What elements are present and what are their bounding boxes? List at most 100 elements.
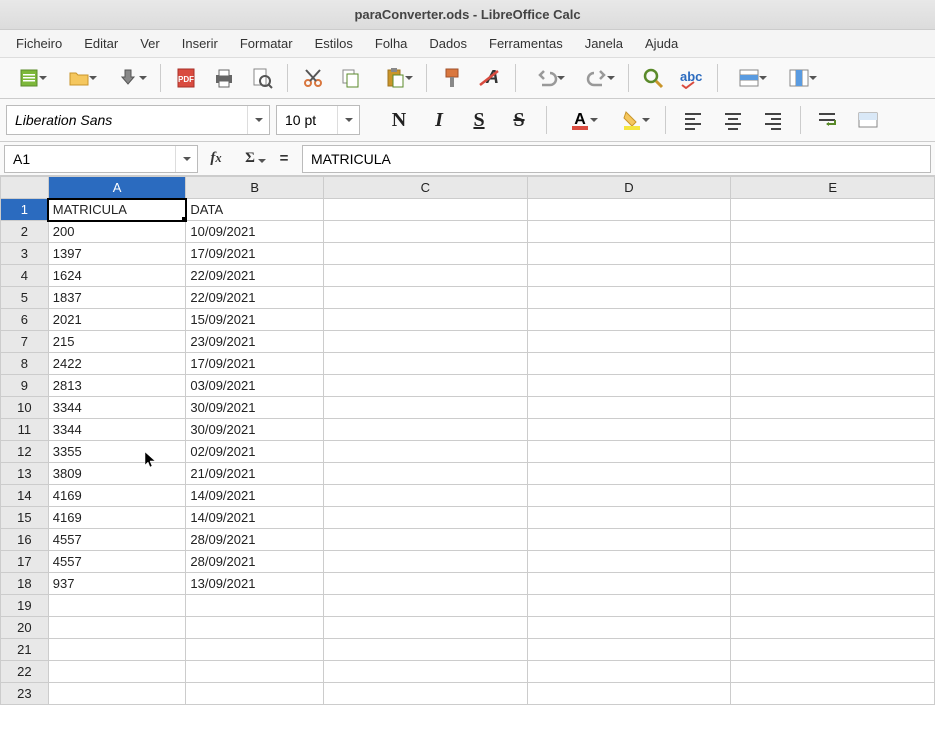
cell[interactable] xyxy=(323,661,527,683)
cell[interactable] xyxy=(731,639,935,661)
open-button[interactable] xyxy=(56,61,102,95)
cell[interactable] xyxy=(527,199,731,221)
cell[interactable] xyxy=(323,375,527,397)
font-name-combo[interactable] xyxy=(6,105,270,135)
col-header-A[interactable]: A xyxy=(48,177,186,199)
cell[interactable]: 3344 xyxy=(48,419,186,441)
cell[interactable] xyxy=(731,551,935,573)
cell[interactable]: 215 xyxy=(48,331,186,353)
cell[interactable]: 14/09/2021 xyxy=(186,507,324,529)
equals-button[interactable]: = xyxy=(272,147,296,171)
cell[interactable] xyxy=(48,639,186,661)
clear-formatting-button[interactable]: A xyxy=(473,61,507,95)
cell[interactable] xyxy=(527,287,731,309)
cell[interactable] xyxy=(323,353,527,375)
cell[interactable] xyxy=(527,397,731,419)
row-header[interactable]: 6 xyxy=(1,309,49,331)
cell[interactable] xyxy=(323,551,527,573)
font-name-input[interactable] xyxy=(7,106,247,134)
cell[interactable] xyxy=(731,683,935,705)
spellcheck-button[interactable]: abc xyxy=(675,61,709,95)
cell[interactable] xyxy=(527,331,731,353)
cell[interactable] xyxy=(731,199,935,221)
cell[interactable] xyxy=(527,441,731,463)
cell[interactable] xyxy=(323,485,527,507)
cell[interactable]: 28/09/2021 xyxy=(186,551,324,573)
cell[interactable]: 1837 xyxy=(48,287,186,309)
cell[interactable]: 2813 xyxy=(48,375,186,397)
cell[interactable] xyxy=(731,529,935,551)
menu-editar[interactable]: Editar xyxy=(74,32,128,55)
row-header[interactable]: 15 xyxy=(1,507,49,529)
cell[interactable] xyxy=(48,617,186,639)
cell[interactable] xyxy=(323,573,527,595)
cell[interactable] xyxy=(527,507,731,529)
row-header[interactable]: 12 xyxy=(1,441,49,463)
col-header-E[interactable]: E xyxy=(731,177,935,199)
cell[interactable] xyxy=(527,309,731,331)
cell[interactable]: 21/09/2021 xyxy=(186,463,324,485)
row-header[interactable]: 8 xyxy=(1,353,49,375)
font-color-button[interactable]: A xyxy=(557,103,603,137)
cell[interactable]: DATA xyxy=(186,199,324,221)
redo-button[interactable] xyxy=(574,61,620,95)
cell[interactable] xyxy=(731,375,935,397)
col-header-C[interactable]: C xyxy=(323,177,527,199)
name-box[interactable] xyxy=(4,145,198,173)
cell[interactable]: 1624 xyxy=(48,265,186,287)
wrap-text-button[interactable] xyxy=(811,103,845,137)
cell[interactable]: 4169 xyxy=(48,485,186,507)
cell[interactable]: 200 xyxy=(48,221,186,243)
menu-formatar[interactable]: Formatar xyxy=(230,32,303,55)
cell[interactable]: 30/09/2021 xyxy=(186,419,324,441)
function-wizard-button[interactable]: fx xyxy=(204,147,228,171)
cell[interactable] xyxy=(323,529,527,551)
bold-button[interactable]: N xyxy=(382,103,416,137)
cell[interactable]: 17/09/2021 xyxy=(186,243,324,265)
underline-button[interactable]: S xyxy=(462,103,496,137)
cell[interactable]: 3809 xyxy=(48,463,186,485)
cell[interactable] xyxy=(323,595,527,617)
row-header[interactable]: 4 xyxy=(1,265,49,287)
row-header[interactable]: 21 xyxy=(1,639,49,661)
row-header[interactable]: 1 xyxy=(1,199,49,221)
menu-ficheiro[interactable]: Ficheiro xyxy=(6,32,72,55)
cell[interactable] xyxy=(527,463,731,485)
row-header[interactable]: 11 xyxy=(1,419,49,441)
highlight-color-button[interactable] xyxy=(609,103,655,137)
cell[interactable] xyxy=(731,265,935,287)
cell[interactable] xyxy=(527,375,731,397)
cell[interactable] xyxy=(731,309,935,331)
cell[interactable] xyxy=(527,243,731,265)
cell[interactable] xyxy=(527,639,731,661)
save-button[interactable] xyxy=(106,61,152,95)
row-header[interactable]: 5 xyxy=(1,287,49,309)
paste-button[interactable] xyxy=(372,61,418,95)
cell[interactable] xyxy=(186,595,324,617)
cell[interactable] xyxy=(527,661,731,683)
cell[interactable]: 2422 xyxy=(48,353,186,375)
cell[interactable] xyxy=(186,639,324,661)
print-button[interactable] xyxy=(207,61,241,95)
cell[interactable] xyxy=(527,683,731,705)
cell[interactable]: 3355 xyxy=(48,441,186,463)
cell[interactable] xyxy=(527,485,731,507)
row-header[interactable]: 9 xyxy=(1,375,49,397)
cell[interactable] xyxy=(323,441,527,463)
name-box-input[interactable] xyxy=(5,151,175,167)
cell[interactable]: 17/09/2021 xyxy=(186,353,324,375)
print-preview-button[interactable] xyxy=(245,61,279,95)
cell[interactable] xyxy=(731,485,935,507)
cell[interactable] xyxy=(323,507,527,529)
cell[interactable] xyxy=(323,397,527,419)
row-header[interactable]: 10 xyxy=(1,397,49,419)
row-header[interactable]: 23 xyxy=(1,683,49,705)
name-box-dropdown[interactable] xyxy=(175,146,197,172)
merge-cells-button[interactable] xyxy=(851,103,885,137)
cell[interactable] xyxy=(323,463,527,485)
cell[interactable] xyxy=(323,265,527,287)
cell[interactable] xyxy=(731,353,935,375)
font-size-input[interactable] xyxy=(277,106,337,134)
sum-button[interactable]: Σ xyxy=(234,147,266,171)
cell[interactable] xyxy=(527,529,731,551)
